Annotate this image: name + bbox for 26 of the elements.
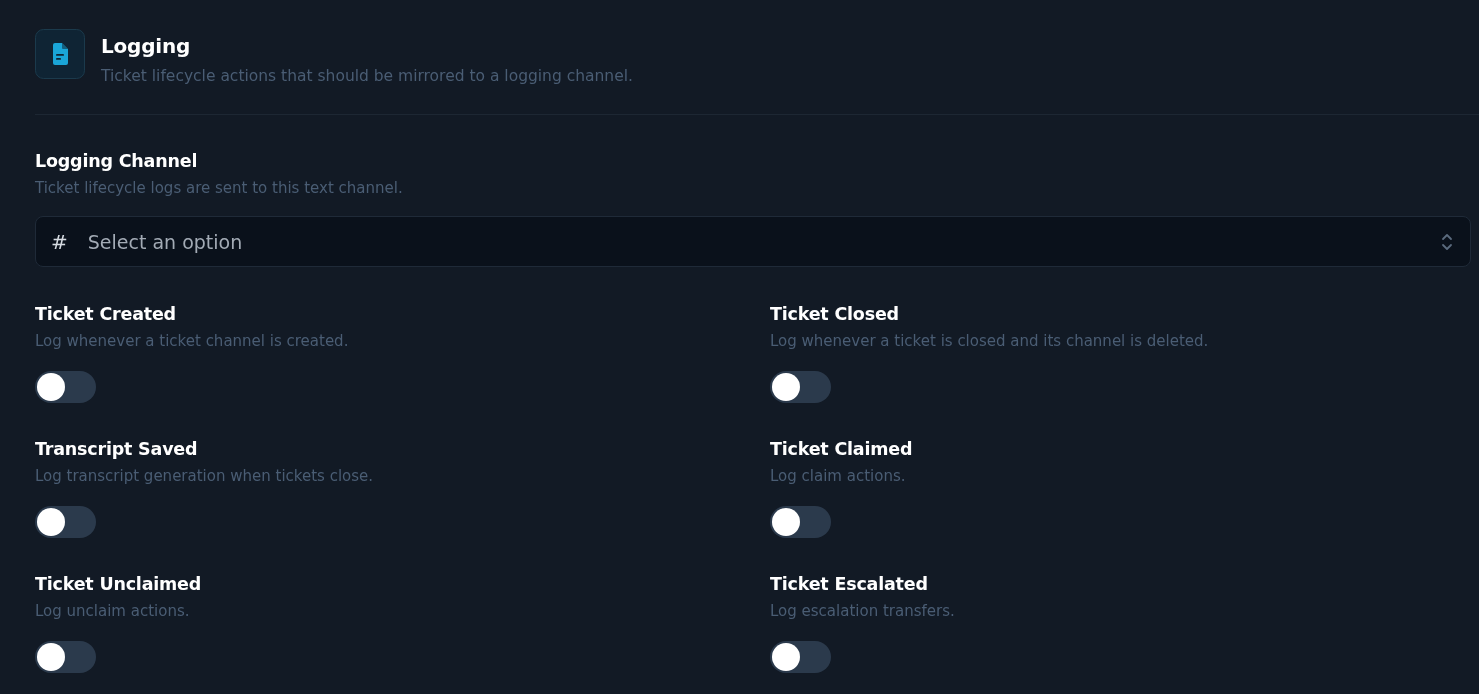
- field-description: Ticket lifecycle logs are sent to this text channel.: [35, 178, 404, 198]
- toggle-switch[interactable]: [35, 641, 96, 673]
- toggle-label: Ticket Unclaimed: [35, 573, 203, 596]
- toggle-switch[interactable]: [770, 371, 831, 403]
- section-subtitle: Ticket lifecycle actions that should be mirrored to a logging channel.: [101, 66, 633, 86]
- toggle-description: Log whenever a ticket is closed and its channel is deleted.: [770, 331, 1210, 351]
- toggle-description: Log escalation transfers.: [770, 601, 956, 621]
- document-icon: [35, 29, 85, 79]
- toggle-description: Log transcript generation when tickets close.: [35, 466, 375, 486]
- toggle-label: Ticket Escalated: [770, 573, 929, 596]
- toggle-label: Ticket Created: [35, 303, 177, 326]
- toggle-label: Transcript Saved: [35, 438, 199, 461]
- toggle-label: Ticket Claimed: [770, 438, 914, 461]
- toggle-description: Log claim actions.: [770, 466, 907, 486]
- toggle-switch[interactable]: [770, 506, 831, 538]
- section-title: Logging: [101, 34, 192, 58]
- toggle-switch[interactable]: [35, 371, 96, 403]
- toggle-description: Log whenever a ticket channel is created.: [35, 331, 350, 351]
- chevron-updown-icon: [1441, 231, 1453, 252]
- toggle-label: Ticket Closed: [770, 303, 900, 326]
- hash-icon: #: [51, 229, 68, 254]
- toggle-description: Log unclaim actions.: [35, 601, 191, 621]
- toggle-switch[interactable]: [35, 506, 96, 538]
- channel-select[interactable]: # Select an option: [35, 216, 1471, 267]
- field-label: Logging Channel: [35, 150, 199, 173]
- toggle-switch[interactable]: [770, 641, 831, 673]
